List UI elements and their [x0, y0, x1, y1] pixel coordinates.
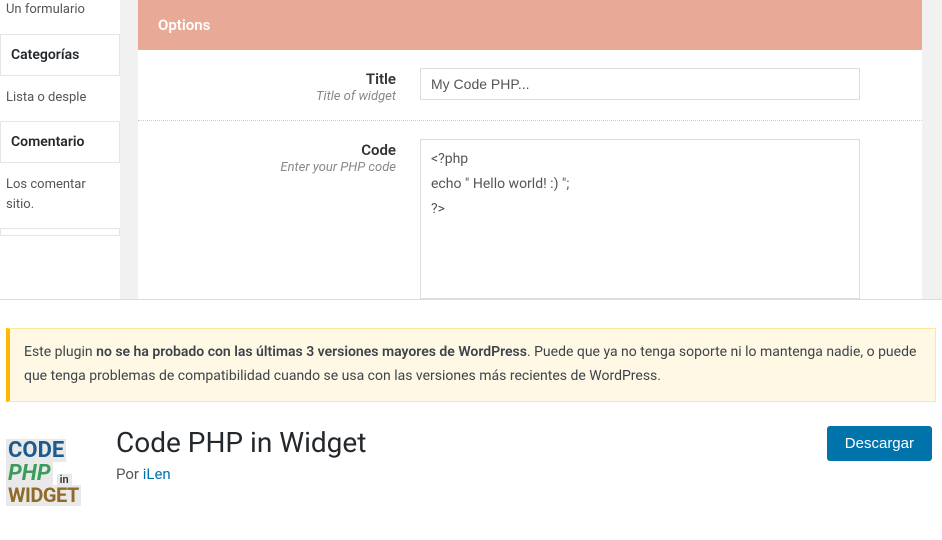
plugin-header: CODE PHP in WIDGET Code PHP in Widget Po…	[0, 402, 942, 520]
author-prefix: Por	[116, 465, 143, 483]
title-label: Title	[160, 70, 396, 88]
plugin-icon: CODE PHP in WIDGET	[6, 426, 100, 520]
widget-comentarios[interactable]: Comentario	[0, 121, 120, 163]
warning-prefix: Este plugin	[24, 344, 96, 360]
warning-bold: no se ha probado con las últimas 3 versi…	[96, 344, 527, 360]
widget-options-panel: Options Title Title of widget Code Enter…	[138, 0, 922, 299]
widget-categorias[interactable]: Categorías	[0, 34, 120, 76]
plugin-title: Code PHP in Widget	[116, 426, 811, 459]
widget-categorias-title: Categorías	[1, 35, 119, 75]
plugin-icon-php: PHP	[6, 462, 53, 485]
plugin-icon-widget: WIDGET	[6, 485, 81, 506]
options-header: Options	[138, 0, 922, 50]
title-row: Title Title of widget	[138, 50, 922, 121]
widget-truncated-text: Un formulario	[0, 0, 120, 34]
plugin-directory-page: Este plugin no se ha probado con las últ…	[0, 328, 942, 540]
widget-comentarios-title: Comentario	[1, 122, 119, 162]
plugin-author-line: Por iLen	[116, 465, 811, 483]
code-row: Code Enter your PHP code <?php echo " He…	[138, 121, 922, 300]
plugin-author-link[interactable]: iLen	[143, 465, 171, 483]
wp-admin-screenshot: Un formulario Categorías Lista o desple …	[0, 0, 942, 300]
widget-categorias-desc: Lista o desple	[0, 88, 120, 122]
widget-comentarios-desc: Los comentar sitio.	[0, 175, 120, 228]
title-input[interactable]	[420, 68, 860, 100]
code-textarea[interactable]: <?php echo " Hello world! :) "; ?>	[420, 139, 860, 299]
plugin-icon-code: CODE	[6, 439, 66, 462]
title-sublabel: Title of widget	[160, 89, 396, 104]
widget-blank[interactable]	[0, 228, 120, 236]
download-button[interactable]: Descargar	[827, 426, 932, 461]
compatibility-warning: Este plugin no se ha probado con las últ…	[6, 328, 936, 402]
plugin-info: Code PHP in Widget Por iLen	[116, 426, 811, 483]
code-label: Code	[160, 141, 396, 159]
widgets-sidebar: Un formulario Categorías Lista o desple …	[0, 0, 120, 299]
code-sublabel: Enter your PHP code	[160, 160, 396, 175]
